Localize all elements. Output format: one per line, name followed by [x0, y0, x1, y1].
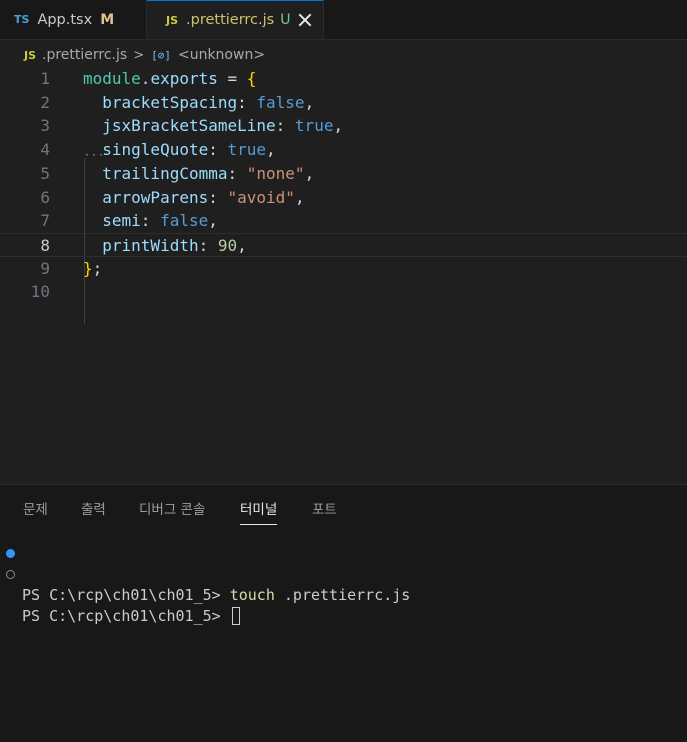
code-editor[interactable]: ··· 1 module.exports = {2 bracketSpacing:… [0, 67, 687, 484]
code-token: jsxBracketSameLine [83, 116, 276, 136]
code-text: singleQuote: true, [83, 138, 276, 162]
terminal-command: touch [229, 586, 275, 604]
line-number: 5 [40, 163, 50, 183]
chevron-right-icon: > [133, 47, 145, 63]
terminal-line: PS C:\rcp\ch01\ch01_5> touch .prettierrc… [0, 543, 687, 604]
code-text: module.exports = { [83, 67, 256, 91]
symbol-variable-icon: [⊘] [151, 48, 171, 62]
code-token: : [140, 211, 161, 231]
code-token: { [246, 69, 257, 88]
code-text: arrowParens: "avoid", [83, 186, 305, 210]
code-line: 5 trailingComma: "none", [0, 162, 687, 186]
terminal-line: PS C:\rcp\ch01\ch01_5> [0, 564, 687, 625]
code-token: "none" [246, 163, 305, 183]
code-text: printWidth: 90, [83, 234, 247, 258]
code-token: module [83, 69, 141, 88]
line-number: 2 [40, 92, 50, 112]
line-number: 7 [40, 211, 50, 231]
javascript-file-icon: JS [166, 13, 179, 27]
code-text: bracketSpacing: false, [83, 91, 314, 115]
code-token: exports [150, 69, 218, 88]
code-text: }; [83, 257, 102, 281]
code-token: : [198, 235, 218, 255]
code-token: } [83, 258, 93, 278]
breadcrumb-symbol[interactable]: <unknown> [178, 47, 265, 63]
code-token: , [294, 187, 305, 207]
terminal-cursor[interactable] [231, 607, 240, 625]
code-token: : [208, 187, 228, 207]
line-number: 1 [40, 69, 50, 88]
code-line: 9}; [0, 257, 687, 281]
code-line: 3 jsxBracketSameLine: true, [0, 114, 687, 138]
tab-app-tsx[interactable]: TS App.tsx M [0, 0, 147, 39]
command-success-icon[interactable] [6, 549, 15, 558]
typescript-file-icon: TS [14, 13, 30, 26]
code-token: , [237, 235, 247, 255]
code-text: trailingComma: "none", [83, 162, 314, 186]
git-modified-badge: M [100, 11, 115, 28]
code-token: true [227, 140, 267, 160]
code-line: 8 printWidth: 90, [0, 232, 687, 258]
tab-label: .prettierrc.js [186, 12, 275, 28]
tab-output[interactable]: 출력 [81, 498, 106, 524]
code-token: 90 [217, 235, 238, 255]
code-token: : [237, 92, 257, 112]
code-token: true [294, 116, 334, 136]
code-token: , [304, 92, 315, 112]
code-text: jsxBracketSameLine: true, [83, 114, 343, 138]
code-line: 4 singleQuote: true, [0, 138, 687, 162]
line-number: 9 [40, 258, 50, 278]
breadcrumb: JS .prettierrc.js > [⊘] <unknown> [0, 44, 687, 66]
line-number: 6 [40, 187, 50, 207]
terminal-prompt: PS C:\rcp\ch01\ch01_5> [22, 586, 230, 604]
tab-problems[interactable]: 문제 [23, 498, 48, 524]
code-token: : [227, 163, 247, 183]
tab-terminal[interactable]: 터미널 [240, 498, 278, 525]
terminal-args: .prettierrc.js [274, 586, 411, 604]
code-token: false [160, 211, 209, 231]
close-icon[interactable] [298, 13, 312, 27]
breadcrumb-file[interactable]: .prettierrc.js [42, 47, 127, 63]
code-token: arrowParens [83, 187, 209, 207]
bottom-panel: 문제 출력 디버그 콘솔 터미널 포트 PS C:\rcp\ch01\ch01_… [0, 484, 687, 742]
line-number: 4 [40, 140, 50, 160]
javascript-file-icon: JS [24, 48, 37, 62]
code-token: , [266, 140, 276, 160]
code-token: "avoid" [227, 187, 295, 207]
line-number: 8 [40, 235, 50, 255]
code-token: . [140, 69, 151, 88]
code-line: 6 arrowParens: "avoid", [0, 186, 687, 210]
line-number: 10 [30, 282, 50, 302]
code-line: 7 semi: false, [0, 209, 687, 233]
tab-debug-console[interactable]: 디버그 콘솔 [139, 498, 205, 524]
code-token: , [333, 116, 344, 136]
code-token: printWidth [83, 235, 199, 255]
editor-tab-bar: TS App.tsx M JS .prettierrc.js U [0, 0, 687, 40]
code-text: semi: false, [83, 209, 218, 233]
code-line: 2 bracketSpacing: false, [0, 91, 687, 115]
code-line: 10 [0, 280, 687, 304]
command-pending-icon[interactable] [6, 570, 15, 579]
line-number: 3 [40, 116, 50, 136]
tab-label: App.tsx [37, 11, 93, 28]
code-token: : [208, 140, 228, 160]
code-token: ; [92, 258, 103, 278]
code-token: bracketSpacing [83, 92, 238, 112]
code-token: , [208, 211, 218, 231]
code-token: : [275, 116, 295, 136]
code-token: , [304, 163, 315, 183]
code-token: trailingComma [83, 163, 228, 183]
code-line: 1 module.exports = { [0, 67, 687, 91]
tab-prettierrc-js[interactable]: JS .prettierrc.js U [147, 0, 324, 39]
code-token: semi [83, 211, 141, 231]
code-token: false [256, 92, 305, 112]
git-untracked-badge: U [280, 12, 291, 28]
terminal-prompt: PS C:\rcp\ch01\ch01_5> [22, 607, 230, 625]
code-token: = [217, 69, 247, 88]
code-token: singleQuote [83, 140, 209, 160]
tab-ports[interactable]: 포트 [312, 498, 337, 524]
